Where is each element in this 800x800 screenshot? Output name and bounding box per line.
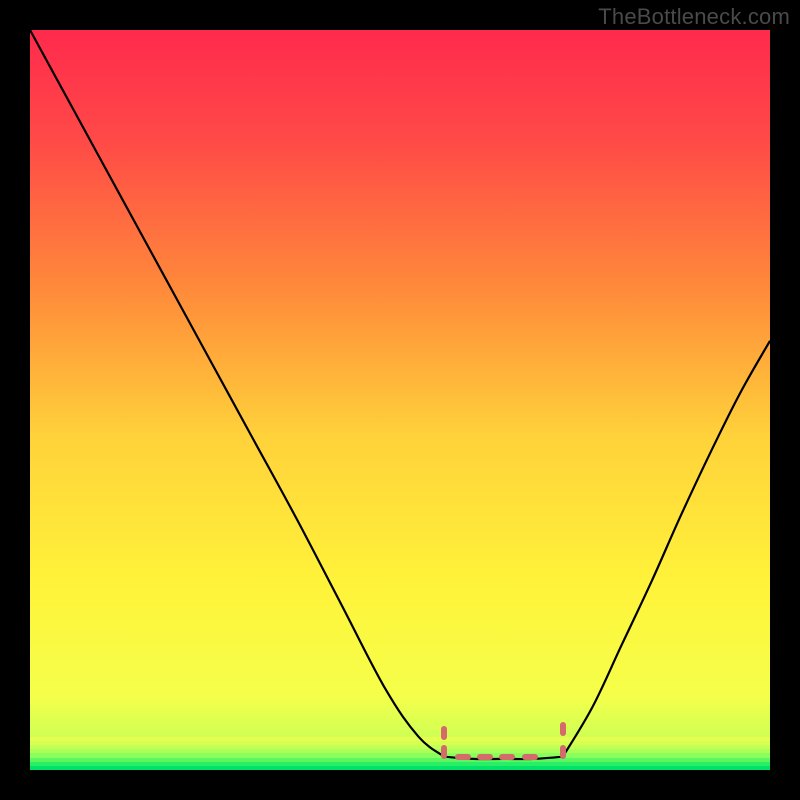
watermark-text: TheBottleneck.com xyxy=(598,4,790,30)
curve-layer xyxy=(30,30,770,770)
left-curve xyxy=(30,30,444,757)
valley-floor xyxy=(444,757,562,759)
chart-frame: TheBottleneck.com xyxy=(0,0,800,800)
right-curve xyxy=(563,341,770,757)
plot-area xyxy=(30,30,770,770)
